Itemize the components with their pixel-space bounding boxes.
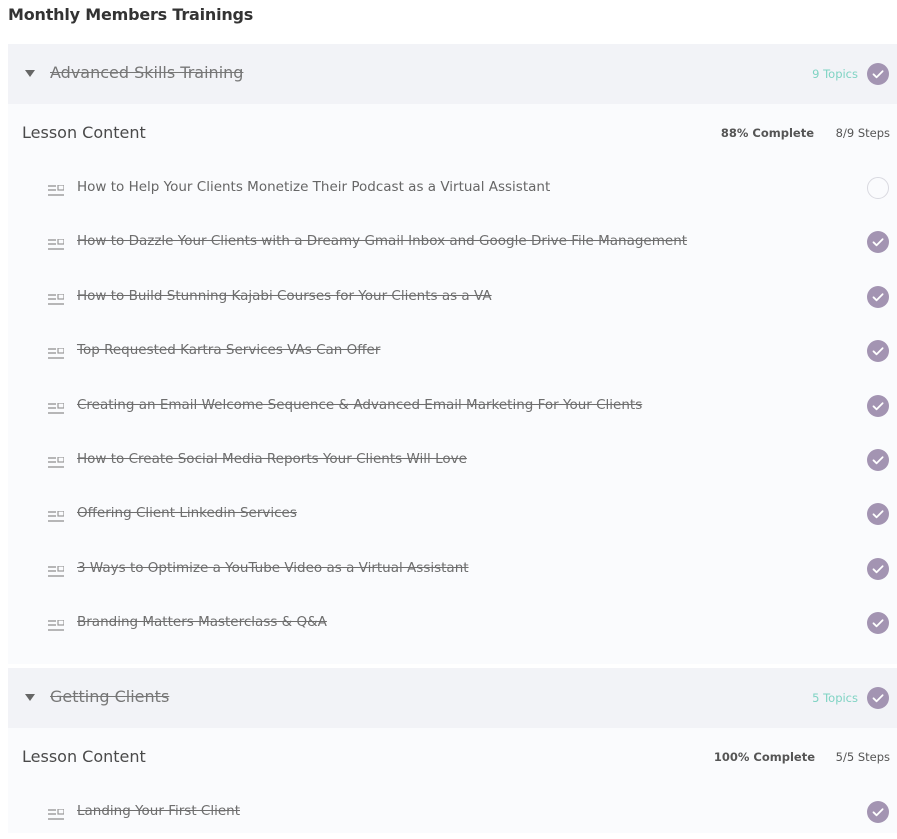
completed-check-icon	[867, 394, 889, 417]
lesson-text-icon	[48, 400, 65, 419]
lesson-title-link[interactable]: Landing Your First Client	[77, 803, 240, 819]
lesson-row[interactable]: How to Help Your Clients Monetize Their …	[8, 161, 897, 215]
lesson-row[interactable]: 3 Ways to Optimize a YouTube Video as a …	[8, 542, 897, 596]
lesson-title-link[interactable]: Offering Client Linkedin Services	[77, 505, 297, 521]
completed-check-icon	[867, 612, 889, 635]
lesson-row[interactable]: Creating an Email Welcome Sequence & Adv…	[8, 379, 897, 433]
completed-check-icon	[867, 449, 889, 471]
lesson-title-link[interactable]: How to Dazzle Your Clients with a Dreamy…	[77, 233, 687, 249]
steps-count: 8/9 Steps	[835, 126, 890, 140]
incomplete-circle-icon	[867, 177, 889, 199]
section-panel-advanced-skills: Advanced Skills Training 9 Topics Lesson…	[8, 44, 897, 664]
lesson-row[interactable]: How to Build Stunning Kajabi Courses for…	[8, 270, 897, 324]
completed-check-icon	[867, 557, 889, 580]
lesson-title-link[interactable]: Top Requested Kartra Services VAs Can Of…	[77, 342, 380, 358]
lesson-content-label: Lesson Content	[22, 123, 146, 142]
caret-down-icon[interactable]	[25, 694, 35, 701]
lesson-row[interactable]: Top Requested Kartra Services VAs Can Of…	[8, 324, 897, 378]
lesson-text-icon	[48, 563, 65, 582]
lesson-title-link[interactable]: Creating an Email Welcome Sequence & Adv…	[77, 397, 642, 413]
lesson-row[interactable]: Branding Matters Masterclass & Q&A	[8, 596, 897, 650]
steps-count: 5/5 Steps	[835, 750, 890, 764]
lesson-row[interactable]: How to Dazzle Your Clients with a Dreamy…	[8, 215, 897, 269]
completed-check-icon	[867, 285, 889, 308]
lesson-text-icon	[48, 806, 65, 825]
section-complete-check-icon	[867, 687, 889, 709]
completed-check-icon	[867, 801, 889, 823]
lesson-title-link[interactable]: How to Help Your Clients Monetize Their …	[77, 179, 550, 195]
progress-percent: 100% Complete	[713, 750, 815, 764]
lesson-text-icon	[48, 454, 65, 473]
lesson-text-icon	[48, 236, 65, 255]
lesson-text-icon	[48, 508, 65, 527]
completed-check-icon	[867, 503, 889, 526]
completed-check-icon	[867, 231, 889, 254]
progress-percent: 88% Complete	[720, 126, 814, 140]
page-title: Monthly Members Trainings	[8, 5, 254, 24]
section-complete-check-icon	[867, 63, 889, 85]
section-panel-getting-clients: Getting Clients 5 Topics Lesson Content …	[8, 668, 897, 833]
lesson-text-icon	[48, 291, 65, 310]
lesson-text-icon	[48, 617, 65, 636]
topics-count: 9 Topics	[812, 67, 858, 81]
topics-count: 5 Topics	[812, 691, 858, 705]
section-header-getting-clients[interactable]: Getting Clients 5 Topics	[8, 668, 897, 728]
lesson-text-icon	[48, 345, 65, 364]
section-title[interactable]: Getting Clients	[50, 687, 169, 706]
caret-down-icon[interactable]	[25, 70, 35, 77]
lesson-row[interactable]: How to Create Social Media Reports Your …	[8, 433, 897, 487]
lesson-title-link[interactable]: How to Create Social Media Reports Your …	[77, 451, 467, 467]
completed-check-icon	[867, 340, 889, 363]
lesson-row[interactable]: Offering Client Linkedin Services	[8, 487, 897, 541]
section-header-advanced-skills[interactable]: Advanced Skills Training 9 Topics	[8, 44, 897, 104]
section-title[interactable]: Advanced Skills Training	[50, 63, 243, 82]
lesson-text-icon	[48, 182, 65, 201]
lesson-row[interactable]: Landing Your First Client	[8, 785, 897, 839]
lesson-content-label: Lesson Content	[22, 747, 146, 766]
lesson-title-link[interactable]: How to Build Stunning Kajabi Courses for…	[77, 288, 492, 304]
lesson-title-link[interactable]: 3 Ways to Optimize a YouTube Video as a …	[77, 560, 469, 576]
lesson-title-link[interactable]: Branding Matters Masterclass & Q&A	[77, 614, 327, 630]
